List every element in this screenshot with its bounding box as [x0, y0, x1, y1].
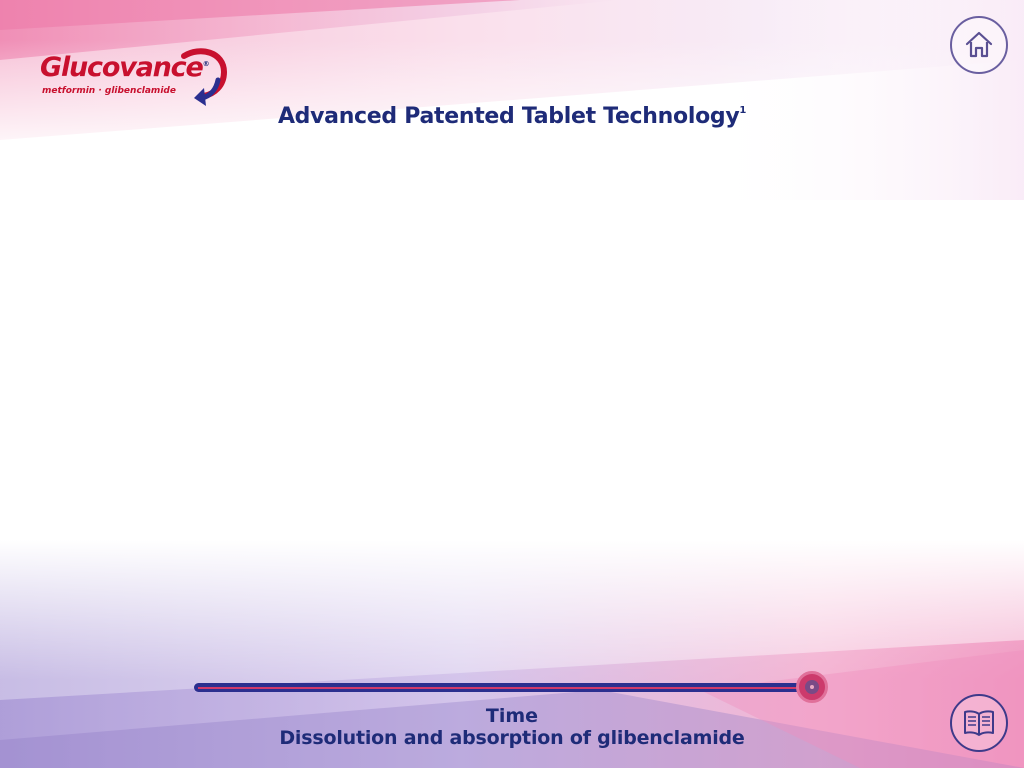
timeline-slider[interactable]: [194, 670, 834, 706]
timeline-label: Time: [485, 705, 539, 727]
references-button[interactable]: [950, 694, 1008, 752]
slider-progress-line: [198, 687, 808, 689]
brand-subtitle: metformin · glibenclamide: [42, 86, 176, 96]
logo-swoosh-icon: [181, 48, 228, 106]
timeline-caption: Dissolution and absorption of glibenclam…: [279, 727, 745, 749]
title-footnote: 1: [739, 105, 747, 116]
home-icon: [965, 31, 993, 58]
page-title: Advanced Patented Tablet Technology1: [277, 104, 747, 129]
book-icon: [964, 710, 994, 736]
brand-logo: Glucovance® metformin · glibenclamide: [38, 44, 238, 110]
home-button[interactable]: [950, 16, 1008, 74]
slider-thumb[interactable]: [796, 671, 828, 703]
